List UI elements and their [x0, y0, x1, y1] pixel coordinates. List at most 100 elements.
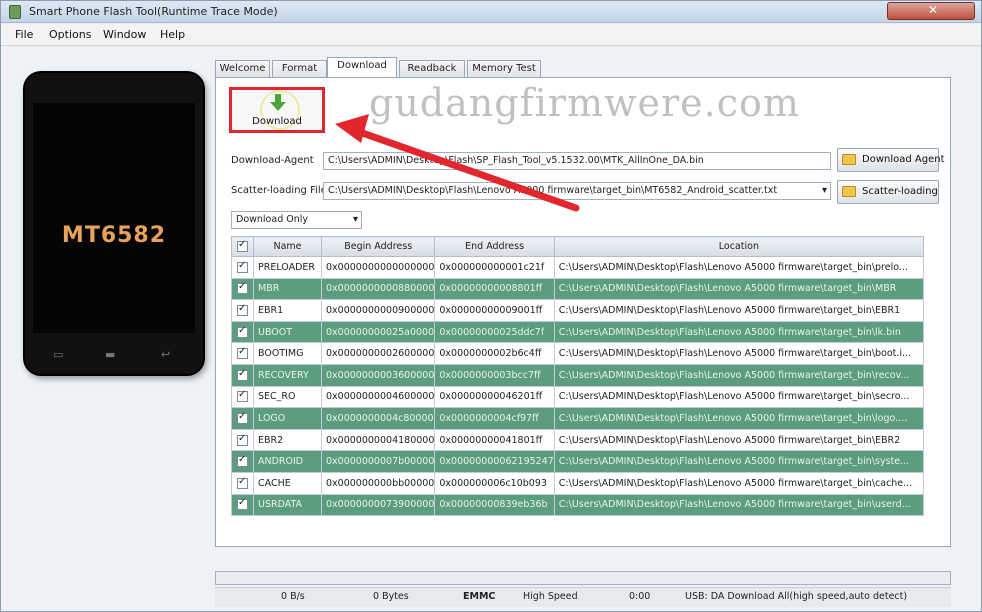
file-location[interactable]: C:\Users\ADMIN\Desktop\Flash\Lenovo A500…: [553, 342, 925, 365]
row-checkbox[interactable]: [231, 385, 254, 409]
file-location[interactable]: C:\Users\ADMIN\Desktop\Flash\Lenovo A500…: [553, 363, 925, 387]
window-title: Smart Phone Flash Tool(Runtime Trace Mod…: [29, 5, 278, 18]
tab-memory-test[interactable]: Memory Test: [467, 60, 541, 78]
row-checkbox[interactable]: [231, 342, 254, 365]
tab-welcome[interactable]: Welcome: [215, 60, 270, 78]
partition-name: SEC_RO: [253, 385, 322, 409]
row-checkbox[interactable]: [231, 428, 254, 452]
phone-screen: [33, 103, 195, 333]
partition-name: ANDROID: [253, 450, 322, 473]
file-location[interactable]: C:\Users\ADMIN\Desktop\Flash\Lenovo A500…: [553, 407, 925, 430]
select-all-checkbox[interactable]: [231, 236, 254, 257]
close-icon[interactable]: ✕: [928, 3, 938, 17]
menu-file[interactable]: File: [15, 28, 33, 41]
table-row[interactable]: UBOOT0x00000000025a00000x00000000025ddc7…: [231, 320, 925, 344]
end-address: 0x00000000009001ff: [434, 299, 555, 322]
tab-download[interactable]: Download: [327, 57, 397, 78]
begin-address: 0x0000000073900000: [320, 493, 436, 517]
row-checkbox[interactable]: [231, 277, 254, 301]
table-row[interactable]: SEC_RO0x00000000046000000x00000000046201…: [231, 385, 925, 409]
table-row[interactable]: RECOVERY0x00000000036000000x0000000003bc…: [231, 363, 925, 387]
table-row[interactable]: LOGO0x0000000004c800000x0000000004cf97ff…: [231, 407, 925, 430]
partition-name: MBR: [253, 277, 322, 301]
row-checkbox[interactable]: [231, 256, 254, 279]
begin-address: 0x0000000004c80000: [320, 407, 436, 430]
download-mode-select[interactable]: Download Only: [231, 211, 362, 229]
title-bar: Smart Phone Flash Tool(Runtime Trace Mod…: [1, 1, 981, 23]
download-button[interactable]: Download: [229, 87, 325, 133]
menu-help[interactable]: Help: [160, 28, 185, 41]
file-location[interactable]: C:\Users\ADMIN\Desktop\Flash\Lenovo A500…: [553, 450, 925, 473]
end-address: 0x00000000041801ff: [434, 428, 555, 452]
folder-icon: [842, 186, 856, 197]
partition-name: EBR2: [253, 428, 322, 452]
table-row[interactable]: ANDROID0x0000000007b000000x0000000006219…: [231, 450, 925, 473]
column-header-location[interactable]: Location: [553, 236, 925, 257]
begin-address: 0x0000000002600000: [320, 342, 436, 365]
end-address: 0x00000000008801ff: [434, 277, 555, 301]
partition-name: USRDATA: [253, 493, 322, 517]
row-checkbox[interactable]: [231, 450, 254, 473]
column-header-begin[interactable]: Begin Address: [320, 236, 436, 257]
scatter-loading-field[interactable]: C:\Users\ADMIN\Desktop\Flash\Lenovo A500…: [323, 182, 831, 200]
table-row[interactable]: EBR10x00000000009000000x00000000009001ff…: [231, 299, 925, 322]
partition-name: CACHE: [253, 471, 322, 495]
row-checkbox[interactable]: [231, 471, 254, 495]
file-location[interactable]: C:\Users\ADMIN\Desktop\Flash\Lenovo A500…: [553, 428, 925, 452]
tab-format[interactable]: Format: [272, 60, 327, 78]
row-checkbox[interactable]: [231, 299, 254, 322]
row-checkbox[interactable]: [231, 363, 254, 387]
end-address: 0x0000000004cf97ff: [434, 407, 555, 430]
table-row[interactable]: BOOTIMG0x00000000026000000x0000000002b6c…: [231, 342, 925, 365]
row-checkbox[interactable]: [231, 407, 254, 430]
begin-address: 0x0000000004600000: [320, 385, 436, 409]
download-agent-button[interactable]: Download Agent: [837, 148, 945, 172]
partition-name: UBOOT: [253, 320, 322, 344]
column-header-end[interactable]: End Address: [434, 236, 555, 257]
file-location[interactable]: C:\Users\ADMIN\Desktop\Flash\Lenovo A500…: [553, 299, 925, 322]
status-mode: High Speed: [523, 591, 578, 602]
table-row[interactable]: EBR20x00000000041800000x00000000041801ff…: [231, 428, 925, 452]
end-address: 0x00000000062195247: [434, 450, 555, 473]
file-location[interactable]: C:\Users\ADMIN\Desktop\Flash\Lenovo A500…: [553, 320, 925, 344]
end-address: 0x000000000001c21f: [434, 256, 555, 279]
phone-image: MT6582 ▭ ▬ ↩: [23, 71, 205, 376]
download-agent-field[interactable]: C:\Users\ADMIN\Desktop\Flash\SP_Flash_To…: [323, 152, 831, 170]
download-agent-button-label: Download Agent: [862, 154, 945, 165]
table-row[interactable]: CACHE0x000000000bb000000x000000006c10b09…: [231, 471, 925, 495]
download-button-label: Download: [252, 116, 302, 127]
menu-key-icon: ▭: [53, 348, 64, 361]
partition-name: BOOTIMG: [253, 342, 322, 365]
file-location[interactable]: C:\Users\ADMIN\Desktop\Flash\Lenovo A500…: [553, 277, 925, 301]
table-row[interactable]: MBR0x00000000008800000x00000000008801ffC…: [231, 277, 925, 301]
row-checkbox[interactable]: [231, 493, 254, 517]
tab-readback[interactable]: Readback: [399, 60, 465, 78]
menu-options[interactable]: Options: [49, 28, 91, 41]
table-row[interactable]: USRDATA0x00000000739000000x00000000839eb…: [231, 493, 925, 517]
row-checkbox[interactable]: [231, 320, 254, 344]
file-location[interactable]: C:\Users\ADMIN\Desktop\Flash\Lenovo A500…: [553, 256, 925, 279]
phone-model-label: MT6582: [61, 223, 167, 248]
download-agent-label: Download-Agent: [231, 155, 314, 166]
table-row[interactable]: PRELOADER0x00000000000000000x00000000000…: [231, 256, 925, 279]
column-header-name[interactable]: Name: [253, 236, 322, 257]
file-location[interactable]: C:\Users\ADMIN\Desktop\Flash\Lenovo A500…: [553, 471, 925, 495]
status-time: 0:00: [629, 591, 651, 602]
status-cells: 0 B/s 0 Bytes EMMC High Speed 0:00 USB: …: [215, 587, 951, 607]
end-address: 0x00000000025ddc7f: [434, 320, 555, 344]
end-address: 0x0000000002b6c4ff: [434, 342, 555, 365]
begin-address: 0x000000000bb00000: [320, 471, 436, 495]
partition-name: EBR1: [253, 299, 322, 322]
file-location[interactable]: C:\Users\ADMIN\Desktop\Flash\Lenovo A500…: [553, 493, 925, 517]
end-address: 0x0000000003bcc7ff: [434, 363, 555, 387]
close-window-button[interactable]: ✕: [887, 2, 975, 20]
scatter-loading-button[interactable]: Scatter-loading: [837, 180, 939, 204]
end-address: 0x00000000839eb36b: [434, 493, 555, 517]
scatter-loading-button-label: Scatter-loading: [862, 186, 938, 197]
partition-name: RECOVERY: [253, 363, 322, 387]
file-location[interactable]: C:\Users\ADMIN\Desktop\Flash\Lenovo A500…: [553, 385, 925, 409]
begin-address: 0x0000000007b00000: [320, 450, 436, 473]
back-key-icon: ↩: [161, 348, 171, 361]
menu-window[interactable]: Window: [103, 28, 146, 41]
begin-address: 0x0000000004180000: [320, 428, 436, 452]
